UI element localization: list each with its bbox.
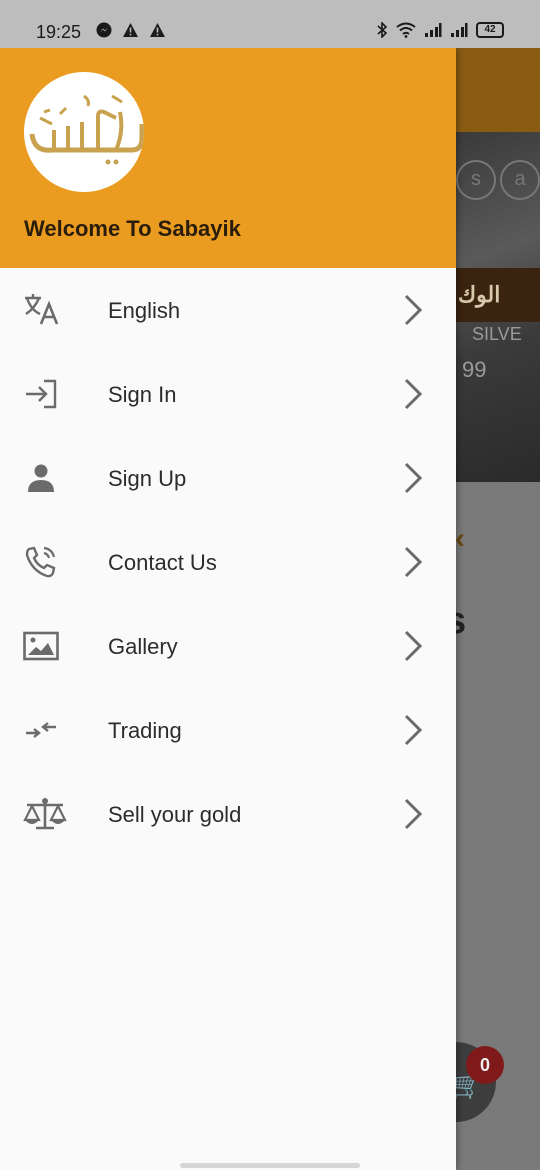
messenger-icon <box>96 22 112 38</box>
welcome-title: Welcome To Sabayik <box>24 216 241 241</box>
menu-label-sign-in: Sign In <box>108 382 177 407</box>
chevron-right-icon <box>404 546 423 578</box>
menu-label-trading: Trading <box>108 718 182 743</box>
banner-arabic-text: الوك <box>458 282 501 307</box>
signal-icon <box>425 23 442 37</box>
sabayik-logo <box>24 72 144 192</box>
coin-letter: s <box>456 160 496 200</box>
compare-arrows-icon <box>26 722 56 738</box>
menu-label-sign-up: Sign Up <box>108 466 187 491</box>
gallery-icon <box>23 631 59 661</box>
home-indicator[interactable] <box>180 1163 360 1168</box>
menu-label-gallery: Gallery <box>108 634 178 659</box>
menu-label-sell-your-gold: Sell your gold <box>108 802 242 827</box>
drawer-header: Welcome To Sabayik <box>0 48 456 268</box>
signal-icon <box>451 23 468 37</box>
silver-purity-text: 99 <box>462 357 487 382</box>
menu-item-sell-your-gold[interactable]: Sell your gold <box>0 772 456 856</box>
coin-letter: a <box>500 160 540 200</box>
menu-label-contact-us: Contact Us <box>108 550 217 575</box>
chevron-right-icon <box>404 294 423 326</box>
status-time: 19:25 <box>36 22 82 42</box>
status-bar: 19:25 42 <box>0 0 540 48</box>
menu-item-english[interactable]: English <box>0 268 456 352</box>
menu-item-sign-up[interactable]: Sign Up <box>0 436 456 520</box>
phone-call-icon <box>25 546 56 578</box>
bluetooth-icon <box>377 22 388 38</box>
chevron-right-icon <box>404 798 423 830</box>
person-icon <box>28 464 54 492</box>
menu-item-contact-us[interactable]: Contact Us <box>0 520 456 604</box>
menu-item-trading[interactable]: Trading <box>0 688 456 772</box>
menu-item-sign-in[interactable]: Sign In <box>0 352 456 436</box>
login-icon <box>26 379 57 409</box>
battery-icon: 42 <box>476 22 504 38</box>
chevron-right-icon <box>404 462 423 494</box>
background-banner-image: s a الوك SILVE 99 <box>456 132 540 482</box>
drawer-menu: English Sign In Sign Up Contact Us Galle… <box>0 268 456 856</box>
translate-icon <box>25 294 59 325</box>
chevron-right-icon <box>404 714 423 746</box>
menu-item-gallery[interactable]: Gallery <box>0 604 456 688</box>
menu-label-english: English <box>108 298 181 323</box>
warning-icon <box>150 23 165 37</box>
balance-scale-icon <box>23 798 67 830</box>
background-chevron-icon: ‹ <box>455 522 465 555</box>
cart-badge: 0 <box>466 1046 504 1084</box>
warning-icon <box>123 23 138 37</box>
status-left-icons <box>96 22 166 38</box>
navigation-drawer: Welcome To Sabayik English Sign In Sign … <box>0 48 456 1170</box>
chevron-right-icon <box>404 378 423 410</box>
silver-bar-text: SILVE <box>472 324 522 344</box>
status-right-icons: 42 <box>376 22 504 38</box>
wifi-icon <box>396 22 416 38</box>
chevron-right-icon <box>404 630 423 662</box>
